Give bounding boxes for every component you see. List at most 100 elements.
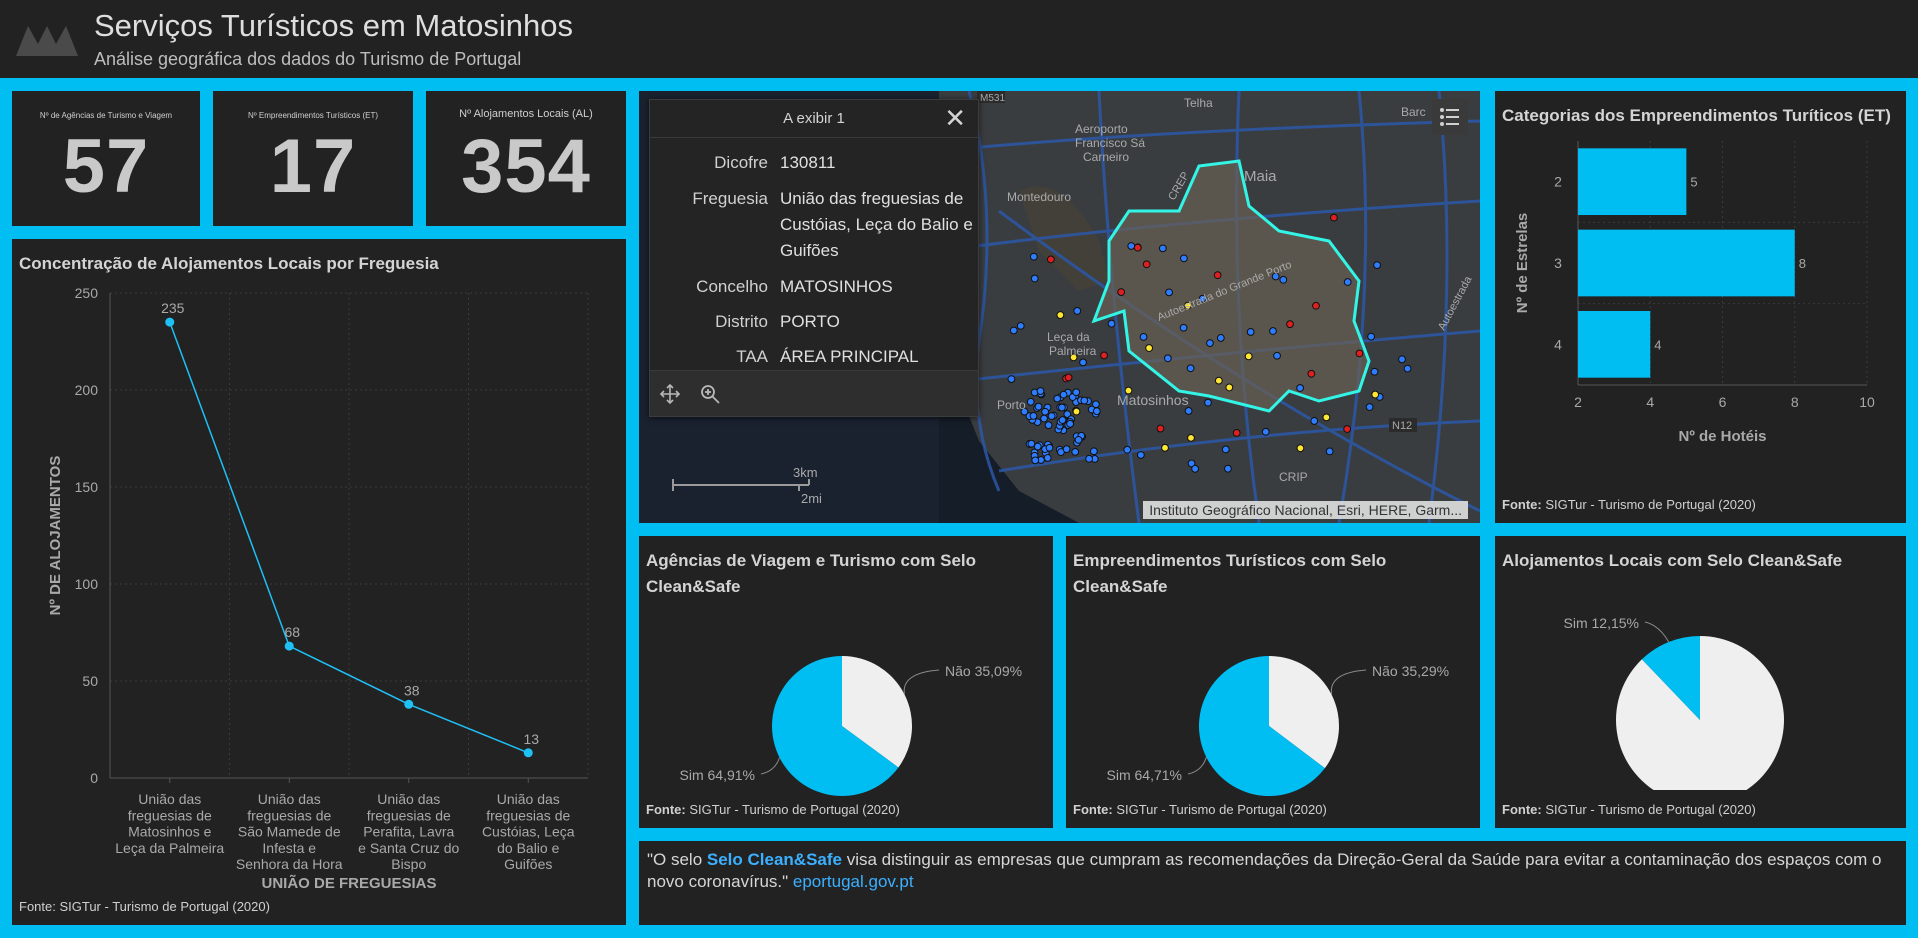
x-tick-label: 4	[1646, 394, 1654, 410]
map-point	[1186, 364, 1195, 373]
map-point	[1221, 445, 1230, 454]
map-point	[1059, 390, 1068, 399]
map-point	[1161, 443, 1169, 452]
data-label: 4	[1654, 337, 1661, 352]
map-attribution[interactable]: Instituto Geográfico Nacional, Esri, HER…	[1143, 501, 1468, 519]
map-point	[1100, 351, 1108, 360]
map-point	[1041, 407, 1050, 416]
map-point	[1139, 333, 1148, 341]
source-text: SIGTur - Turismo de Portugal (2020)	[1112, 802, 1327, 817]
map-scale-mi: 2mi	[801, 491, 822, 506]
panel-source: Fonte: SIGTur - Turismo de Portugal (202…	[1073, 802, 1327, 817]
map-label-matosinhos: Matosinhos	[1117, 392, 1189, 408]
quote-link[interactable]: eportugal.gov.pt	[793, 872, 914, 891]
map-popup: A exibir 1 ✕ Dicofre 130811 Freguesia Un…	[649, 99, 979, 417]
x-tick-label: União das freguesias de São Mamede de Infes…	[236, 791, 343, 872]
map-point	[1071, 447, 1080, 456]
leader-line	[1330, 669, 1367, 695]
map-label-n12: N12	[1392, 420, 1412, 432]
map-point	[1031, 456, 1040, 465]
map-point	[1365, 403, 1374, 411]
map-point	[1286, 320, 1294, 329]
map-label-barc: Barc	[1401, 105, 1426, 119]
slice-label: Sim 12,15%	[1564, 615, 1639, 631]
map-label-maia: Maia	[1244, 168, 1277, 185]
map-point	[1180, 254, 1188, 263]
map-point	[1398, 355, 1406, 364]
bar	[1578, 148, 1687, 216]
map-point	[1089, 447, 1098, 456]
map-point	[1073, 307, 1082, 315]
bar-chart-panel: Categorias dos Empreendimentos Turíticos…	[1495, 91, 1906, 523]
x-tick-label: 2	[1574, 394, 1582, 410]
map-point	[1123, 445, 1132, 454]
map-point	[1355, 349, 1364, 358]
leader-line	[1644, 621, 1670, 643]
map-point	[1026, 397, 1035, 406]
y-tick-label: 100	[75, 576, 99, 592]
map-point	[1279, 275, 1288, 284]
legend-button[interactable]	[1432, 99, 1468, 135]
map-point	[1216, 334, 1225, 342]
panel-source: Fonte: SIGTur - Turismo de Portugal (202…	[19, 899, 270, 914]
y-tick-label: 2	[1554, 174, 1562, 190]
data-point	[284, 641, 294, 651]
x-axis-title: Nº de Hotéis	[1679, 428, 1767, 445]
source-bold: Fonte:	[1073, 802, 1113, 817]
map-point	[1107, 319, 1116, 328]
kpi-value: 354	[461, 124, 591, 209]
pie-chart: Não 35,29% Sim 64,71%	[1107, 656, 1449, 796]
y-tick-label: 3	[1554, 255, 1562, 271]
source-text: SIGTur - Turismo de Portugal (2020)	[685, 802, 900, 817]
data-point	[404, 699, 414, 709]
map-point	[1029, 411, 1038, 420]
map-point	[1343, 425, 1352, 433]
map-point	[1007, 375, 1016, 383]
popup-field-key: Dicofre	[714, 153, 768, 172]
bar-chart: 2 4 6 8 10 5 2 8 3 4 4 Nº de Hotéis Nº de Estrelas	[1514, 141, 1875, 445]
map-point	[1046, 255, 1055, 264]
panel-title: Alojamentos Locais com Selo Clean&Safe	[1502, 551, 1843, 570]
map-point	[1156, 424, 1165, 433]
quote-part-1: "O selo	[647, 850, 707, 869]
map-point	[1058, 403, 1066, 412]
pan-icon[interactable]	[658, 382, 682, 406]
y-tick-label: 0	[90, 770, 98, 786]
slice-label: Sim 64,71%	[1107, 767, 1182, 783]
header: Serviços Turísticos em Matosinhos Anális…	[0, 0, 1918, 78]
map-point	[1142, 260, 1151, 269]
x-tick-label: União das freguesias de Matosinhos e Leça d…	[115, 791, 224, 856]
map-point	[1117, 288, 1126, 297]
map-point	[1029, 252, 1038, 261]
map-point	[1064, 373, 1073, 382]
map-point	[1072, 407, 1081, 416]
x-axis-title: UNIÃO DE FREGUESIAS	[261, 874, 436, 892]
map-point	[1261, 427, 1270, 436]
kpi-value: 57	[62, 124, 150, 209]
y-tick-label: 150	[75, 479, 99, 495]
y-axis-title: Nº de Estrelas	[1514, 213, 1531, 314]
popup-field-value: ÁREA PRINCIPAL	[780, 347, 919, 366]
panel-source: Fonte: SIGTur - Turismo de Portugal (202…	[1502, 802, 1756, 817]
zoom-icon[interactable]	[698, 382, 722, 406]
x-tick-label: 8	[1791, 394, 1799, 410]
map-panel[interactable]: Aeroporto Francisco Sá Carneiro Maia Tel…	[639, 91, 1480, 523]
map-point	[1044, 421, 1053, 430]
popup-field-key: Distrito	[715, 312, 768, 331]
close-icon[interactable]: ✕	[944, 105, 966, 131]
map-point	[1053, 394, 1062, 403]
panel-source: Fonte: SIGTur - Turismo de Portugal (202…	[1502, 497, 1756, 512]
map-point	[1085, 454, 1093, 463]
y-tick-label: 250	[75, 285, 99, 301]
map-point	[1074, 435, 1083, 444]
map-point	[1310, 417, 1319, 425]
map-point	[1244, 352, 1253, 361]
map-point	[1127, 242, 1136, 250]
kpi-agencias: Nº de Agências de Turismo e Viagem 57	[12, 91, 200, 226]
map-label-leca: Leça da	[1047, 330, 1090, 344]
map-label-aeroporto-3: Carneiro	[1083, 150, 1129, 164]
map-point	[1034, 402, 1043, 411]
map-point	[1033, 442, 1042, 451]
quote-panel: "O selo Selo Clean&Safe visa distinguir …	[639, 841, 1906, 925]
pie-chart: Não 35,09% Sim 64,91%	[680, 656, 1022, 796]
